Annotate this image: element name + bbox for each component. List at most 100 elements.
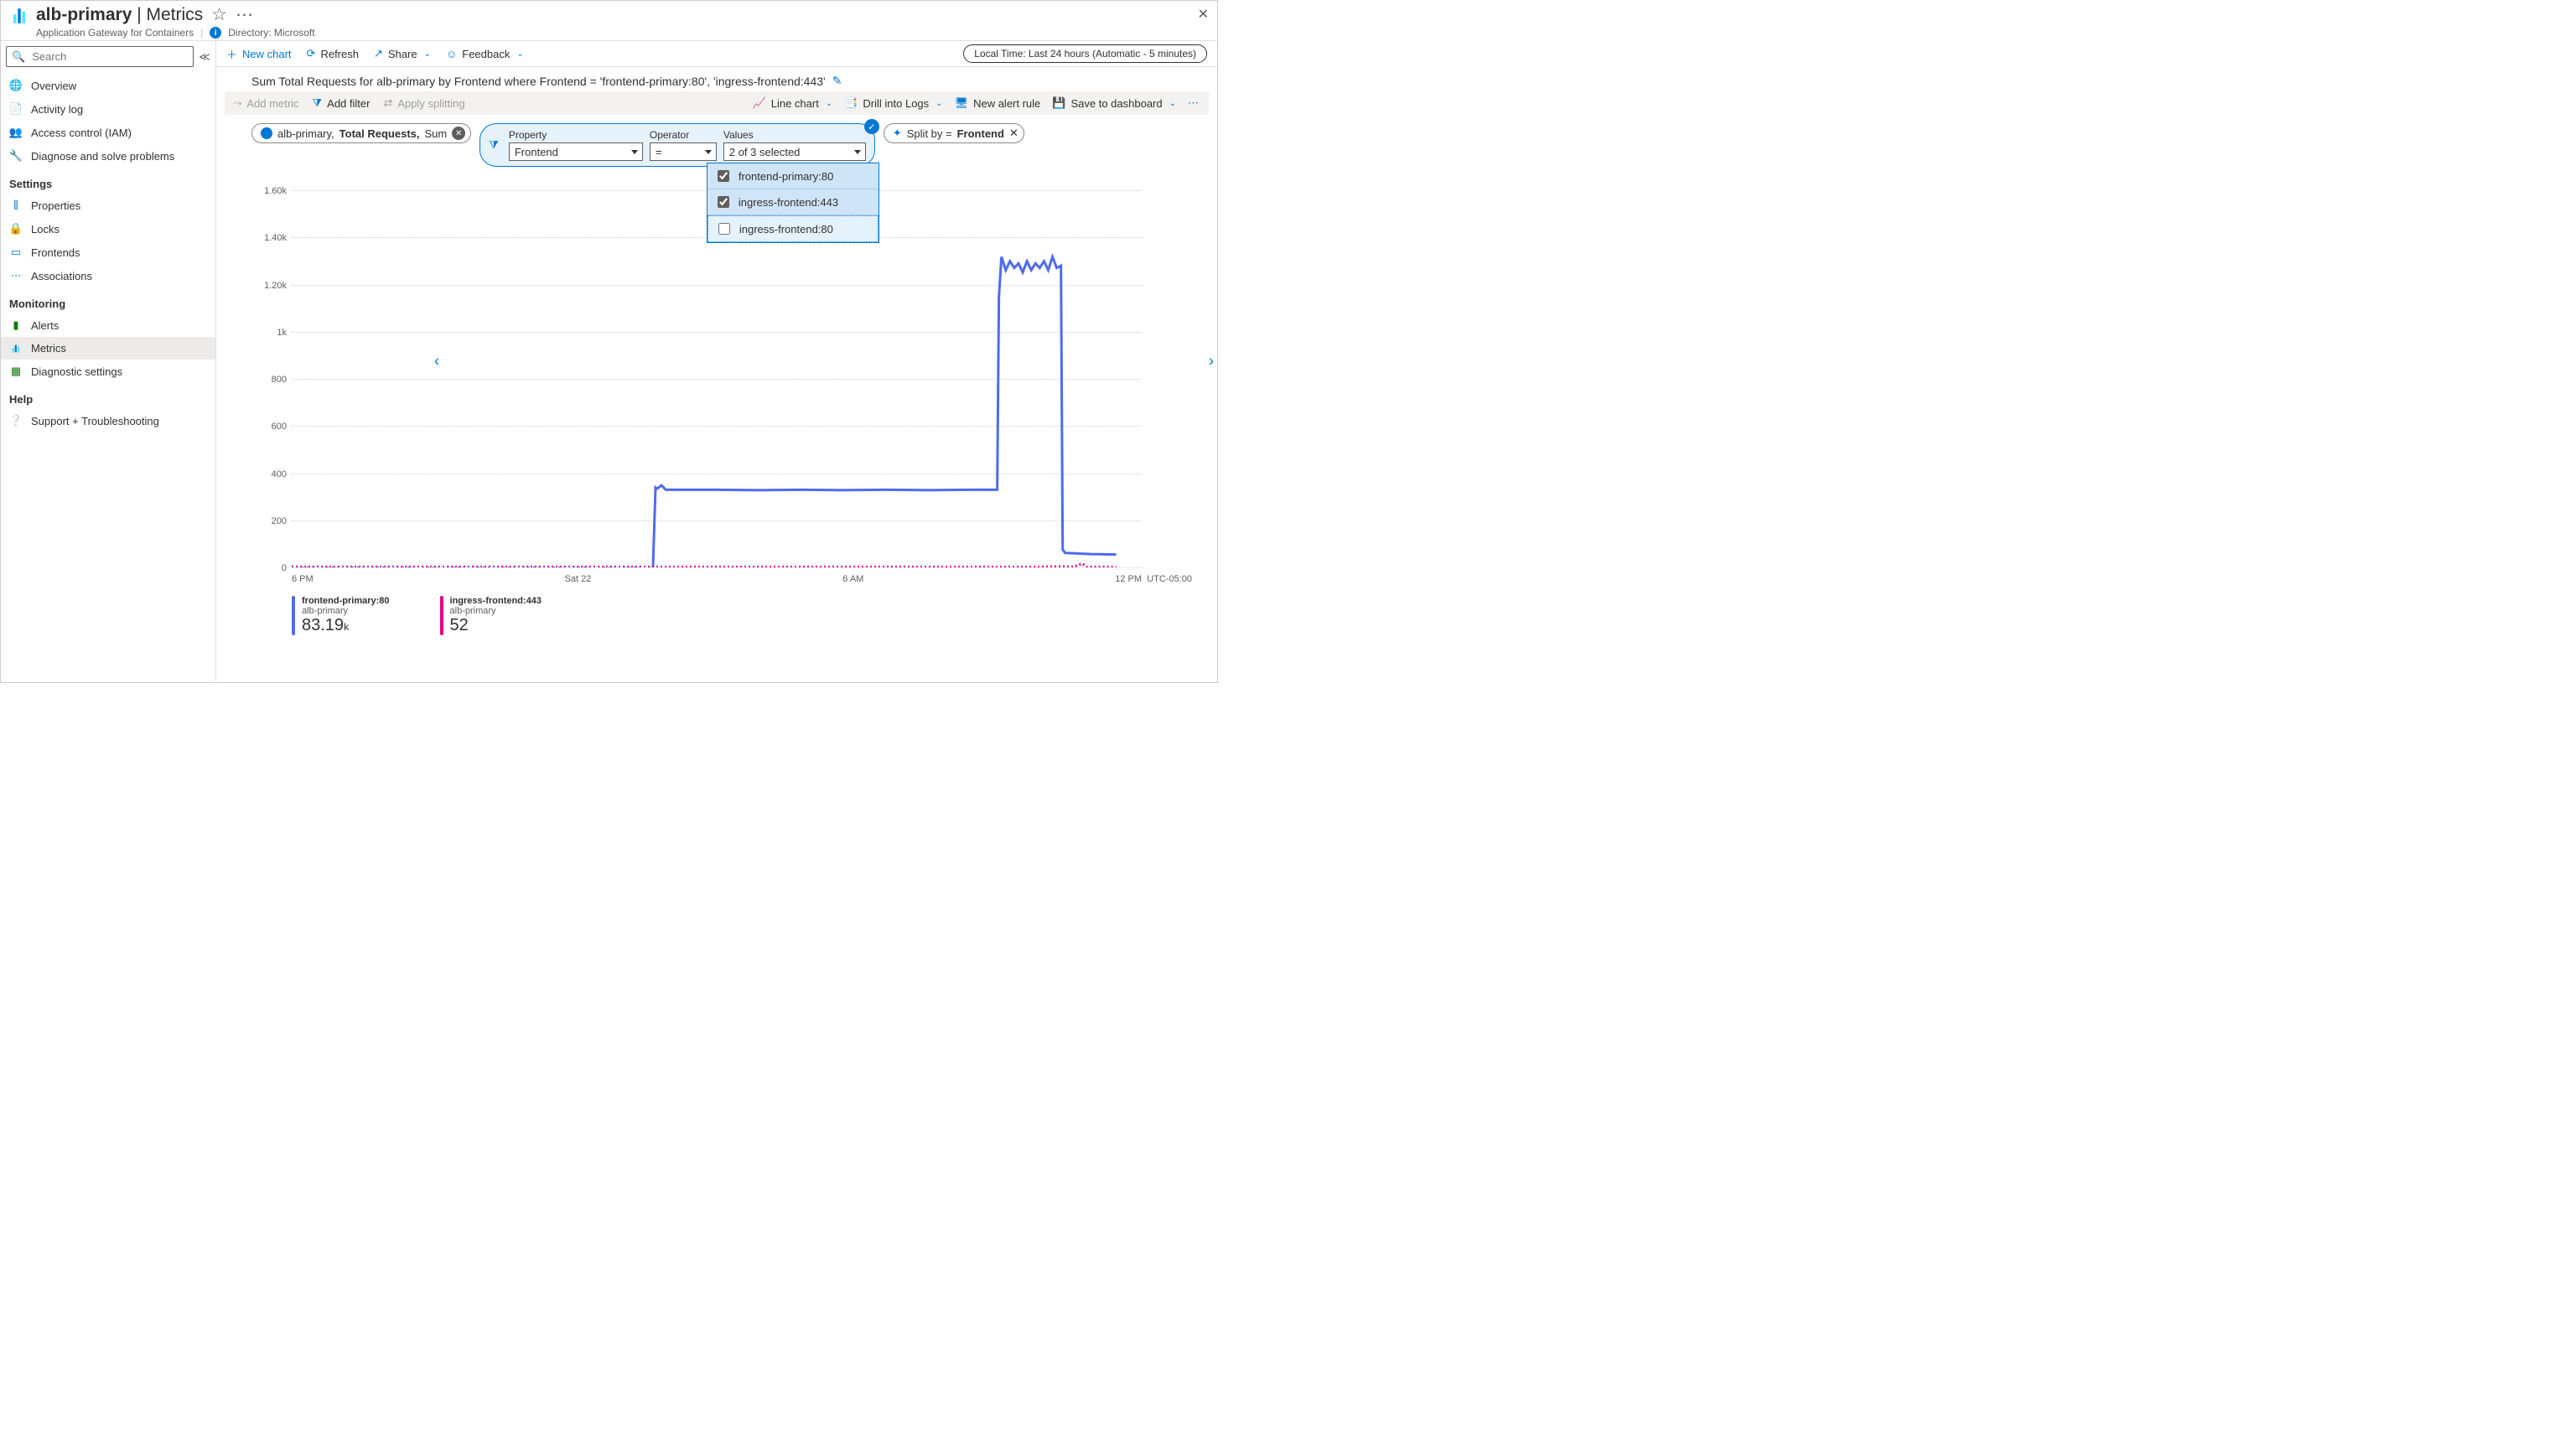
- line-chart-button[interactable]: 📈 Line chart ⌄: [753, 96, 833, 110]
- sidebar-item-iam[interactable]: 👥 Access control (IAM): [1, 121, 215, 144]
- sidebar-item-activity-log[interactable]: 📄 Activity log: [1, 97, 215, 121]
- save-dashboard-button[interactable]: 💾 Save to dashboard ⌄: [1052, 96, 1176, 110]
- search-input-wrapper[interactable]: 🔍: [6, 46, 194, 67]
- remove-metric-icon[interactable]: ✕: [452, 127, 465, 140]
- cmd-label: Save to dashboard: [1070, 97, 1162, 110]
- filter-value-option[interactable]: ingress-frontend:80: [707, 215, 879, 242]
- split-pill-icon: ✦: [893, 127, 902, 140]
- save-icon: 💾: [1052, 96, 1065, 110]
- filter-values-select[interactable]: 2 of 3 selected: [723, 142, 866, 161]
- split-pill[interactable]: ✦ Split by = Frontend ✕: [884, 123, 1024, 143]
- y-tick-label: 400: [272, 469, 292, 479]
- split-icon: ⇄: [383, 96, 392, 110]
- section-monitoring: Monitoring: [1, 287, 215, 313]
- favorite-icon[interactable]: ☆: [211, 4, 227, 25]
- cmd-label: New chart: [242, 48, 292, 60]
- filter-value-label: ingress-frontend:80: [739, 223, 833, 235]
- checkbox[interactable]: [718, 223, 730, 235]
- help-icon: ❔: [9, 414, 23, 427]
- filter-funnel-icon: ⧩: [489, 138, 499, 152]
- plus-icon: ＋: [226, 46, 237, 62]
- activity-log-icon: 📄: [9, 102, 23, 116]
- refresh-icon: ⟳: [307, 47, 316, 60]
- legend-item[interactable]: frontend-primary:80alb-primary83.19k: [292, 596, 390, 635]
- search-input[interactable]: [30, 49, 188, 64]
- sidebar-item-properties[interactable]: ⫼ Properties: [1, 194, 215, 217]
- feedback-button[interactable]: ☺ Feedback ⌄: [446, 48, 524, 60]
- wrench-icon: 🔧: [9, 149, 23, 163]
- filter-operator-label: Operator: [650, 129, 717, 141]
- filter-value-option[interactable]: ingress-frontend:443: [707, 189, 879, 215]
- edit-icon[interactable]: ✎: [832, 74, 842, 88]
- cmd-label: Apply splitting: [397, 97, 464, 110]
- metric-pill[interactable]: alb-primary, Total Requests, Sum ✕: [251, 123, 471, 143]
- new-alert-button[interactable]: 🖥 New alert rule: [955, 96, 1041, 110]
- y-tick-label: 200: [272, 516, 292, 526]
- properties-icon: ⫼: [9, 199, 23, 212]
- share-button[interactable]: ↗ Share ⌄: [374, 47, 431, 60]
- y-tick-label: 600: [272, 422, 292, 432]
- sidebar-item-overview[interactable]: 🌐 Overview: [1, 74, 215, 97]
- cmd-label: Line chart: [771, 97, 819, 110]
- checkbox[interactable]: [718, 196, 729, 208]
- sidebar-item-diagnose[interactable]: 🔧 Diagnose and solve problems: [1, 144, 215, 168]
- drill-logs-button[interactable]: 📑 Drill into Logs ⌄: [844, 96, 942, 110]
- legend-value: 83.19k: [302, 616, 390, 635]
- sidebar-item-metrics[interactable]: Metrics: [1, 337, 215, 360]
- cmd-label: Share: [388, 48, 417, 60]
- filter-panel: ⧩ Property Frontend Operator = Values 2 …: [479, 123, 875, 167]
- refresh-button[interactable]: ⟳ Refresh: [307, 47, 359, 60]
- filter-value-option[interactable]: frontend-primary:80: [707, 163, 879, 189]
- metrics-small-icon: [9, 343, 23, 355]
- cmd-label: Feedback: [462, 48, 510, 60]
- filter-property-select[interactable]: Frontend: [509, 142, 643, 161]
- sidebar-item-associations[interactable]: ⋯ Associations: [1, 264, 215, 287]
- search-icon: 🔍: [12, 50, 25, 64]
- remove-split-icon[interactable]: ✕: [1009, 127, 1018, 140]
- sidebar-item-label: Support + Troubleshooting: [31, 415, 159, 427]
- resource-type: Application Gateway for Containers: [36, 27, 194, 39]
- funnel-icon: ⧩: [313, 96, 323, 110]
- new-chart-button[interactable]: ＋ New chart: [226, 46, 292, 62]
- page-header: alb-primary | Metrics ☆ ⋯ Application Ga…: [1, 1, 1217, 41]
- directory-label: Directory: Microsoft: [228, 27, 314, 39]
- y-tick-label: 1.20k: [264, 281, 292, 291]
- y-tick-label: 800: [272, 375, 292, 385]
- more-icon[interactable]: ⋯: [236, 4, 253, 25]
- add-filter-button[interactable]: ⧩ Add filter: [313, 96, 371, 110]
- checkbox[interactable]: [718, 170, 729, 182]
- metric-pill-agg: Sum: [425, 127, 448, 140]
- chevron-down-icon: ⌄: [826, 99, 832, 108]
- sidebar-item-support[interactable]: ❔ Support + Troubleshooting: [1, 409, 215, 432]
- apply-splitting-button[interactable]: ⇄ Apply splitting: [383, 96, 464, 110]
- chevron-down-icon: ⌄: [424, 49, 431, 59]
- legend-value: 52: [450, 616, 542, 635]
- y-tick-label: 1k: [277, 328, 292, 338]
- legend-item[interactable]: ingress-frontend:443alb-primary52: [440, 596, 542, 635]
- sidebar-item-diagnostic-settings[interactable]: ▦ Diagnostic settings: [1, 360, 215, 383]
- sidebar-item-frontends[interactable]: ▭ Frontends: [1, 241, 215, 264]
- sidebar-item-locks[interactable]: 🔒 Locks: [1, 217, 215, 241]
- filter-operator-select[interactable]: =: [650, 142, 717, 161]
- y-tick-label: 1.60k: [264, 186, 292, 196]
- sparkline-icon: ⤳: [233, 96, 241, 110]
- add-metric-button[interactable]: ⤳ Add metric: [233, 96, 299, 110]
- time-range-picker[interactable]: Local Time: Last 24 hours (Automatic - 5…: [963, 44, 1207, 63]
- section-settings: Settings: [1, 168, 215, 194]
- more-actions-icon[interactable]: ⋯: [1188, 96, 1200, 110]
- sidebar-item-label: Associations: [31, 270, 92, 282]
- link-icon: ⋯: [9, 269, 23, 282]
- close-icon[interactable]: ✕: [1198, 6, 1209, 23]
- sidebar-item-alerts[interactable]: ▮ Alerts: [1, 313, 215, 337]
- legend-series-name: frontend-primary:80: [302, 596, 390, 606]
- chart-title: Sum Total Requests for alb-primary by Fr…: [251, 75, 826, 88]
- sidebar-item-label: Access control (IAM): [31, 127, 132, 139]
- collapse-sidebar-icon[interactable]: ≪: [199, 50, 210, 64]
- x-tick-label: 6 PM: [292, 574, 314, 584]
- cmd-label: Refresh: [320, 48, 359, 60]
- chevron-right-icon[interactable]: ›: [1209, 352, 1214, 370]
- logs-icon: 📑: [844, 96, 858, 110]
- filter-value-label: frontend-primary:80: [739, 170, 833, 183]
- sidebar-item-label: Diagnose and solve problems: [31, 150, 174, 163]
- alert-rule-icon: 🖥: [955, 96, 969, 110]
